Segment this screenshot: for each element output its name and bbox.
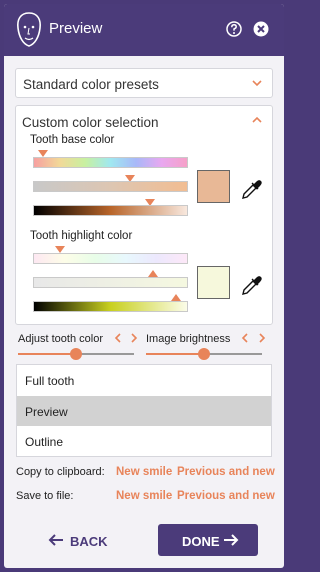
header: Preview [4,4,284,56]
save-previous-and-new-link[interactable]: Previous and new [177,490,275,502]
arrow-left-icon [48,534,63,546]
highlight-color-swatch [197,266,230,299]
adjust-tooth-color-label: Adjust tooth color [18,333,103,345]
tooth-color-fill [18,353,76,355]
back-label: BACK [70,534,108,549]
custom-color-section: Custom color selection Tooth base color … [15,105,273,325]
copy-new-smile-link[interactable]: New smile [116,466,172,478]
save-label: Save to file: [16,490,74,502]
back-button[interactable]: BACK [48,528,118,554]
base-lightness-slider[interactable] [33,205,188,216]
chevron-up-icon[interactable] [252,116,262,124]
list-item-outline[interactable]: Outline [17,426,271,457]
base-saturation-slider[interactable] [33,181,188,192]
view-mode-list: Full tooth Preview Outline [16,364,272,457]
preview-panel: Preview Standard color presets Custom co… [4,4,284,568]
tooth-highlight-color-label: Tooth highlight color [30,230,133,242]
clipboard-label: Copy to clipboard: [16,466,105,478]
eyedropper-icon[interactable] [240,179,262,201]
highlight-hue-slider[interactable] [33,253,188,264]
save-new-smile-link[interactable]: New smile [116,490,172,502]
tooth-color-knob[interactable] [70,348,82,360]
copy-previous-and-new-link[interactable]: Previous and new [177,466,275,478]
chevron-left-icon[interactable] [114,333,122,343]
base-hue-slider[interactable] [33,157,188,168]
base-color-swatch [197,170,230,203]
hue-slider-thumb[interactable] [38,150,48,157]
list-item-full-tooth[interactable]: Full tooth [17,365,271,396]
page-title: Preview [49,20,103,37]
highlight-saturation-thumb[interactable] [148,270,158,277]
brightness-knob[interactable] [198,348,210,360]
highlight-hue-thumb[interactable] [55,246,65,253]
chevron-left-icon[interactable] [241,333,249,343]
help-icon[interactable] [226,21,242,37]
chevron-right-icon[interactable] [130,333,138,343]
standard-presets-dropdown[interactable]: Standard color presets [15,68,273,98]
chevron-down-icon [252,80,262,87]
brightness-fill [146,353,204,355]
close-icon[interactable] [253,21,269,37]
image-brightness-label: Image brightness [146,333,231,345]
list-item-preview[interactable]: Preview [17,395,271,426]
highlight-lightness-thumb[interactable] [171,294,181,301]
custom-section-title: Custom color selection [22,115,159,130]
presets-label: Standard color presets [23,77,159,92]
face-icon [17,12,41,47]
arrow-right-icon [224,534,239,546]
eyedropper-icon[interactable] [240,275,262,297]
chevron-right-icon[interactable] [258,333,266,343]
highlight-saturation-slider[interactable] [33,277,188,288]
highlight-lightness-slider[interactable] [33,301,188,312]
tooth-base-color-label: Tooth base color [30,134,115,146]
done-button[interactable]: DONE [158,524,258,556]
done-label: DONE [182,534,220,549]
